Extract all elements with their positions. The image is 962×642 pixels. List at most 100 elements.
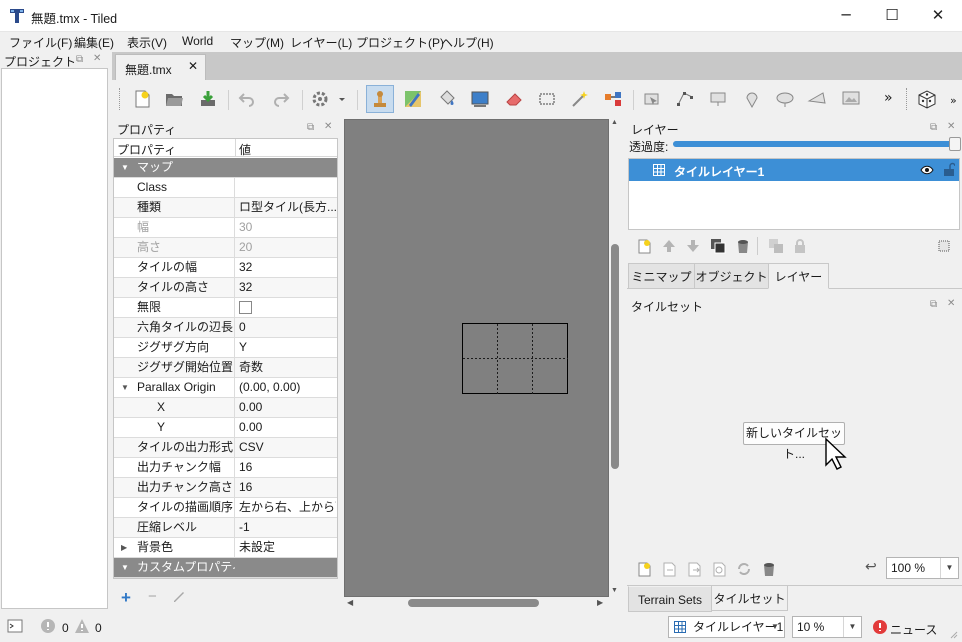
select-same-tile-icon[interactable] bbox=[602, 88, 624, 110]
property-row[interactable]: Y 0.00 bbox=[114, 418, 337, 438]
property-row[interactable]: 幅 30 bbox=[114, 218, 337, 238]
chevron-down-icon[interactable]: ▼ bbox=[766, 617, 784, 637]
edit-tileset-icon[interactable] bbox=[711, 561, 727, 577]
scroll-down-icon[interactable]: ▼ bbox=[611, 587, 618, 594]
warning-icon[interactable] bbox=[74, 618, 90, 634]
embed-tileset-icon[interactable] bbox=[661, 561, 677, 577]
property-row[interactable]: Class bbox=[114, 178, 337, 198]
layer-selector-combo[interactable]: タイルレイヤー1 ▼ bbox=[668, 616, 785, 638]
property-value[interactable]: 32 bbox=[236, 278, 336, 298]
property-row[interactable]: タイルの幅 32 bbox=[114, 258, 337, 278]
insert-point-icon[interactable] bbox=[741, 88, 763, 110]
tab-minimap[interactable]: ミニマップ bbox=[628, 263, 695, 289]
toolbar-overflow-button[interactable]: » bbox=[884, 90, 893, 106]
property-row[interactable]: ジグザグ方向 Y bbox=[114, 338, 337, 358]
redo-icon[interactable] bbox=[270, 88, 292, 110]
scroll-right-icon[interactable]: ▶ bbox=[597, 598, 603, 607]
property-value[interactable]: 0.00 bbox=[236, 398, 336, 418]
eraser-icon[interactable] bbox=[503, 88, 525, 110]
delete-layer-icon[interactable] bbox=[735, 238, 751, 254]
property-value[interactable]: ロ型タイル(長方... bbox=[236, 198, 336, 218]
duplicate-layer-icon[interactable] bbox=[710, 238, 726, 254]
tab-untitled[interactable]: 無題.tmx ✕ bbox=[115, 54, 206, 80]
close-icon[interactable]: ✕ bbox=[324, 121, 332, 132]
property-value[interactable]: (0.00, 0.00) bbox=[236, 378, 336, 398]
property-value[interactable]: CSV bbox=[236, 438, 336, 458]
tab-objects[interactable]: オブジェクト bbox=[694, 263, 769, 289]
property-value[interactable]: 0.00 bbox=[236, 418, 336, 438]
property-row[interactable]: X 0.00 bbox=[114, 398, 337, 418]
horizontal-scroll-thumb[interactable] bbox=[408, 599, 539, 607]
new-map-icon[interactable] bbox=[131, 88, 153, 110]
float-icon[interactable]: ⧉ bbox=[930, 122, 937, 133]
float-icon[interactable]: ⧉ bbox=[930, 299, 937, 310]
property-column-header[interactable]: プロパティ bbox=[117, 141, 176, 158]
close-icon[interactable]: ✕ bbox=[947, 298, 955, 309]
property-row[interactable]: ▼ Parallax Origin (0.00, 0.00) bbox=[114, 378, 337, 398]
rectangular-select-icon[interactable] bbox=[536, 88, 558, 110]
float-icon[interactable]: ⧉ bbox=[76, 54, 83, 65]
minimize-button[interactable]: ─ bbox=[823, 0, 869, 32]
magic-wand-icon[interactable] bbox=[569, 88, 591, 110]
property-value[interactable]: 16 bbox=[236, 478, 336, 498]
insert-rectangle-icon[interactable] bbox=[707, 88, 729, 110]
scroll-left-icon[interactable]: ◀ bbox=[347, 598, 353, 607]
unlock-icon[interactable] bbox=[943, 162, 955, 176]
close-window-button[interactable]: ✕ bbox=[915, 0, 961, 32]
export-tileset-icon[interactable] bbox=[686, 561, 702, 577]
vertical-scroll-thumb[interactable] bbox=[611, 244, 619, 469]
menu-world[interactable]: World bbox=[182, 34, 213, 48]
tab-terrain-sets[interactable]: Terrain Sets bbox=[628, 586, 712, 612]
property-row[interactable]: 種類 ロ型タイル(長方... bbox=[114, 198, 337, 218]
raise-layer-icon[interactable] bbox=[661, 238, 677, 254]
highlight-layer-icon[interactable] bbox=[936, 238, 952, 254]
remove-property-icon[interactable]: − bbox=[148, 588, 157, 605]
console-icon[interactable] bbox=[7, 618, 23, 634]
property-row[interactable]: 高さ 20 bbox=[114, 238, 337, 258]
resize-grip[interactable] bbox=[948, 628, 958, 639]
terrain-brush-icon[interactable] bbox=[402, 88, 424, 110]
toolbar-overflow-button[interactable]: » bbox=[950, 94, 957, 107]
menu-edit[interactable]: 編集(E) bbox=[74, 34, 114, 51]
edit-polygons-icon[interactable] bbox=[674, 88, 696, 110]
property-row[interactable]: 無限 bbox=[114, 298, 337, 318]
tab-close-icon[interactable]: ✕ bbox=[188, 59, 198, 73]
property-value[interactable]: 0 bbox=[236, 318, 336, 338]
insert-tile-icon[interactable] bbox=[840, 88, 862, 110]
stamp-brush-icon[interactable] bbox=[366, 85, 394, 113]
property-value[interactable]: 20 bbox=[236, 238, 336, 258]
opacity-slider-handle[interactable] bbox=[949, 137, 961, 151]
property-value[interactable] bbox=[236, 298, 336, 318]
property-row[interactable]: ▶ 背景色 未設定 bbox=[114, 538, 337, 558]
layer-row[interactable]: タイルレイヤー1 bbox=[629, 159, 959, 181]
vertical-scrollbar[interactable]: ▲ ▼ bbox=[609, 119, 621, 597]
property-row[interactable]: タイルの出力形式 CSV bbox=[114, 438, 337, 458]
save-icon[interactable] bbox=[197, 88, 219, 110]
dynamic-wrapping-icon[interactable]: ↩ bbox=[865, 559, 877, 575]
map-zoom-combo[interactable]: 10 % ▼ bbox=[792, 616, 862, 638]
replace-tileset-icon[interactable] bbox=[736, 561, 752, 577]
property-group-header[interactable]: ▼ カスタムプロパティ bbox=[114, 558, 337, 578]
select-objects-icon[interactable] bbox=[641, 88, 663, 110]
rename-property-icon[interactable] bbox=[172, 589, 186, 603]
shape-fill-icon[interactable] bbox=[469, 88, 491, 110]
property-row[interactable]: 六角タイルの辺長 0 bbox=[114, 318, 337, 338]
property-value[interactable]: Y bbox=[236, 338, 336, 358]
property-group-header[interactable]: ▼ マップ bbox=[114, 158, 337, 178]
property-value[interactable]: 奇数 bbox=[236, 358, 336, 378]
property-row[interactable]: タイルの描画順序左から右、上から下 bbox=[114, 498, 337, 518]
menu-view[interactable]: 表示(V) bbox=[127, 34, 167, 51]
close-icon[interactable]: ✕ bbox=[947, 121, 955, 132]
insert-ellipse-icon[interactable] bbox=[774, 88, 796, 110]
bucket-fill-icon[interactable] bbox=[436, 88, 458, 110]
horizontal-scrollbar[interactable]: ◀ ▶ bbox=[344, 597, 609, 609]
infinite-checkbox[interactable] bbox=[239, 301, 252, 314]
random-mode-icon[interactable] bbox=[915, 88, 937, 110]
new-tileset-icon[interactable] bbox=[636, 561, 652, 577]
property-row[interactable]: 圧縮レベル -1 bbox=[114, 518, 337, 538]
lower-layer-icon[interactable] bbox=[685, 238, 701, 254]
menu-layer[interactable]: レイヤー(L) bbox=[290, 34, 352, 51]
float-icon[interactable]: ⧉ bbox=[307, 122, 314, 133]
new-layer-icon[interactable] bbox=[636, 238, 652, 254]
close-icon[interactable]: ✕ bbox=[93, 53, 101, 64]
